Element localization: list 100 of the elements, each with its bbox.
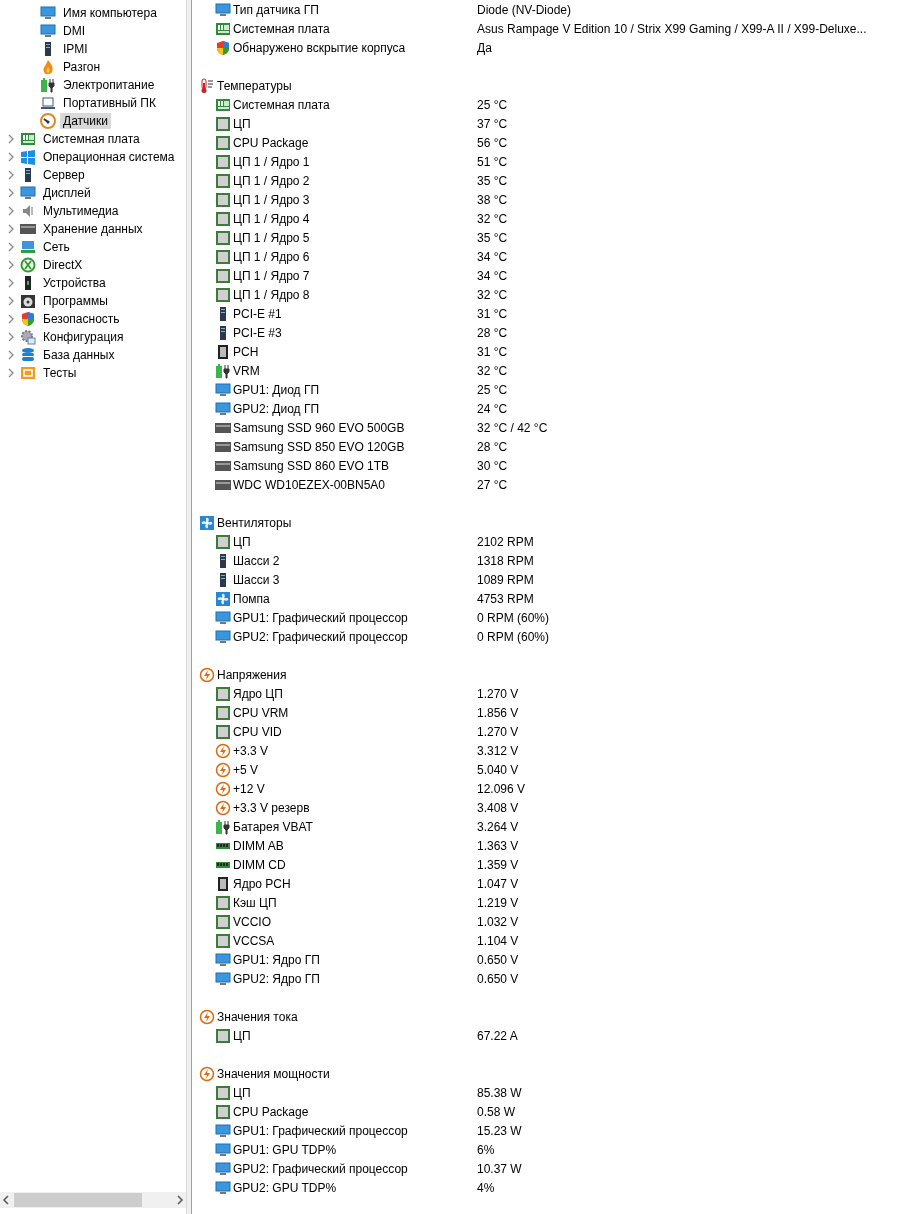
chip-icon: [215, 286, 231, 303]
expand-chevron-icon[interactable]: [6, 188, 16, 198]
sensor-value: 1.270 V: [477, 724, 519, 739]
sensor-value: Diode (NV-Diode): [477, 2, 572, 17]
expand-chevron-icon[interactable]: [6, 350, 16, 360]
expand-chevron-icon[interactable]: [6, 224, 16, 234]
sensor-label: +3.3 V резерв: [233, 800, 310, 815]
sensor-value: Да: [477, 40, 492, 55]
chip-icon: [215, 343, 231, 360]
tree-item[interactable]: DMI: [60, 23, 88, 39]
circuit-board-icon: [215, 20, 231, 37]
sensor-value: 34 °C: [477, 249, 508, 264]
gauge-icon: [40, 113, 56, 129]
tree-item[interactable]: Операционная система: [40, 149, 178, 165]
chip-icon: [215, 115, 231, 132]
sensor-label: VRM: [233, 363, 260, 378]
chip-icon: [215, 153, 231, 170]
chip-icon: [215, 533, 231, 550]
sensor-label: Шасси 2: [233, 553, 280, 568]
sensor-label: WDC WD10EZEX-00BN5A0: [233, 477, 386, 492]
sensor-label: +3.3 V: [233, 743, 269, 758]
expand-chevron-icon[interactable]: [6, 152, 16, 162]
sensor-value: 0.650 V: [477, 952, 519, 967]
tests-icon: [20, 365, 36, 381]
expand-chevron-icon[interactable]: [6, 332, 16, 342]
tree-item[interactable]: Имя компьютера: [60, 5, 160, 21]
tree-item[interactable]: Программы: [40, 293, 111, 309]
monitor-icon: [215, 970, 231, 987]
sensor-value: 0.650 V: [477, 971, 519, 986]
sensor-label: ЦП 1 / Ядро 2: [233, 173, 310, 188]
tree-item[interactable]: Портативный ПК: [60, 95, 159, 111]
expand-chevron-icon[interactable]: [6, 134, 16, 144]
expand-chevron-icon[interactable]: [6, 170, 16, 180]
sensor-value: 3.264 V: [477, 819, 519, 834]
scrollbar-thumb[interactable]: [14, 1193, 142, 1207]
chip-icon: [215, 913, 231, 930]
expand-chevron-icon[interactable]: [6, 314, 16, 324]
sensor-value: 0 RPM (60%): [477, 610, 550, 625]
monitor-icon: [215, 381, 231, 398]
tree-item[interactable]: Устройства: [40, 275, 109, 291]
tree-item[interactable]: Тесты: [40, 365, 80, 381]
sensor-label: Ядро ЦП: [233, 686, 283, 701]
chip-icon: [215, 134, 231, 151]
tree-item[interactable]: IPMI: [60, 41, 91, 57]
horizontal-scrollbar[interactable]: [0, 1192, 186, 1208]
tree-item[interactable]: DirectX: [40, 257, 86, 273]
sensor-label: GPU2: GPU TDP%: [233, 1180, 337, 1195]
section-header: Значения тока: [217, 1009, 298, 1024]
sensor-value: 28 °C: [477, 325, 508, 340]
expand-chevron-icon[interactable]: [6, 206, 16, 216]
expand-chevron-icon[interactable]: [6, 296, 16, 306]
sensor-value: 15.23 W: [477, 1123, 522, 1138]
section-header: Значения мощности: [217, 1066, 330, 1081]
tree-item[interactable]: Сеть: [40, 239, 73, 255]
sensor-label: VCCSA: [233, 933, 275, 948]
chip-icon: [215, 1027, 231, 1044]
lightning-icon: [215, 742, 231, 759]
tree-item[interactable]: Электропитание: [60, 77, 158, 93]
sensor-label: Тип датчика ГП: [233, 2, 319, 17]
expand-chevron-icon[interactable]: [6, 368, 16, 378]
expand-chevron-icon[interactable]: [6, 278, 16, 288]
tree-item[interactable]: Безопасность: [40, 311, 123, 327]
chip-icon: [215, 1084, 231, 1101]
network-icon: [20, 239, 36, 255]
tree-item[interactable]: Конфигурация: [40, 329, 127, 345]
monitor-icon: [215, 951, 231, 968]
sensor-value: 3.408 V: [477, 800, 519, 815]
tree-item[interactable]: Системная плата: [40, 131, 143, 147]
tree-item[interactable]: Разгон: [60, 59, 104, 75]
x-circle-icon: [20, 257, 36, 273]
monitor-icon: [40, 5, 56, 21]
sensor-label: GPU1: Ядро ГП: [233, 952, 320, 967]
sensor-value: 2102 RPM: [477, 534, 534, 549]
sensor-label: PCI-E #1: [233, 306, 282, 321]
sensor-label: Шасси 3: [233, 572, 280, 587]
tree-item[interactable]: Сервер: [40, 167, 88, 183]
sensor-label: ЦП: [233, 534, 251, 549]
sensor-label: Батарея VBAT: [233, 819, 313, 834]
monitor-icon: [215, 1141, 231, 1158]
tree-item[interactable]: Хранение данных: [40, 221, 146, 237]
tree-item[interactable]: Датчики: [60, 113, 111, 129]
laptop-icon: [40, 95, 56, 111]
sensor-value: 1.363 V: [477, 838, 519, 853]
fan-icon: [215, 590, 231, 607]
sensor-value: 38 °C: [477, 192, 508, 207]
sensor-label: Samsung SSD 860 EVO 1TB: [233, 458, 390, 473]
sensor-label: Системная плата: [233, 97, 330, 112]
tree-item[interactable]: Дисплей: [40, 185, 94, 201]
sensor-label: VCCIO: [233, 914, 271, 929]
tree-item[interactable]: Мультимедиа: [40, 203, 122, 219]
expand-chevron-icon[interactable]: [6, 242, 16, 252]
section-header: Напряжения: [217, 667, 287, 682]
lightning-icon: [199, 666, 215, 683]
sensor-label: GPU1: GPU TDP%: [233, 1142, 337, 1157]
sensor-value: 1.219 V: [477, 895, 519, 910]
sensor-value: 31 °C: [477, 344, 508, 359]
expand-chevron-icon[interactable]: [6, 260, 16, 270]
chip-icon: [215, 704, 231, 721]
tree-item[interactable]: База данных: [40, 347, 118, 363]
thermometer-icon: [199, 77, 215, 94]
